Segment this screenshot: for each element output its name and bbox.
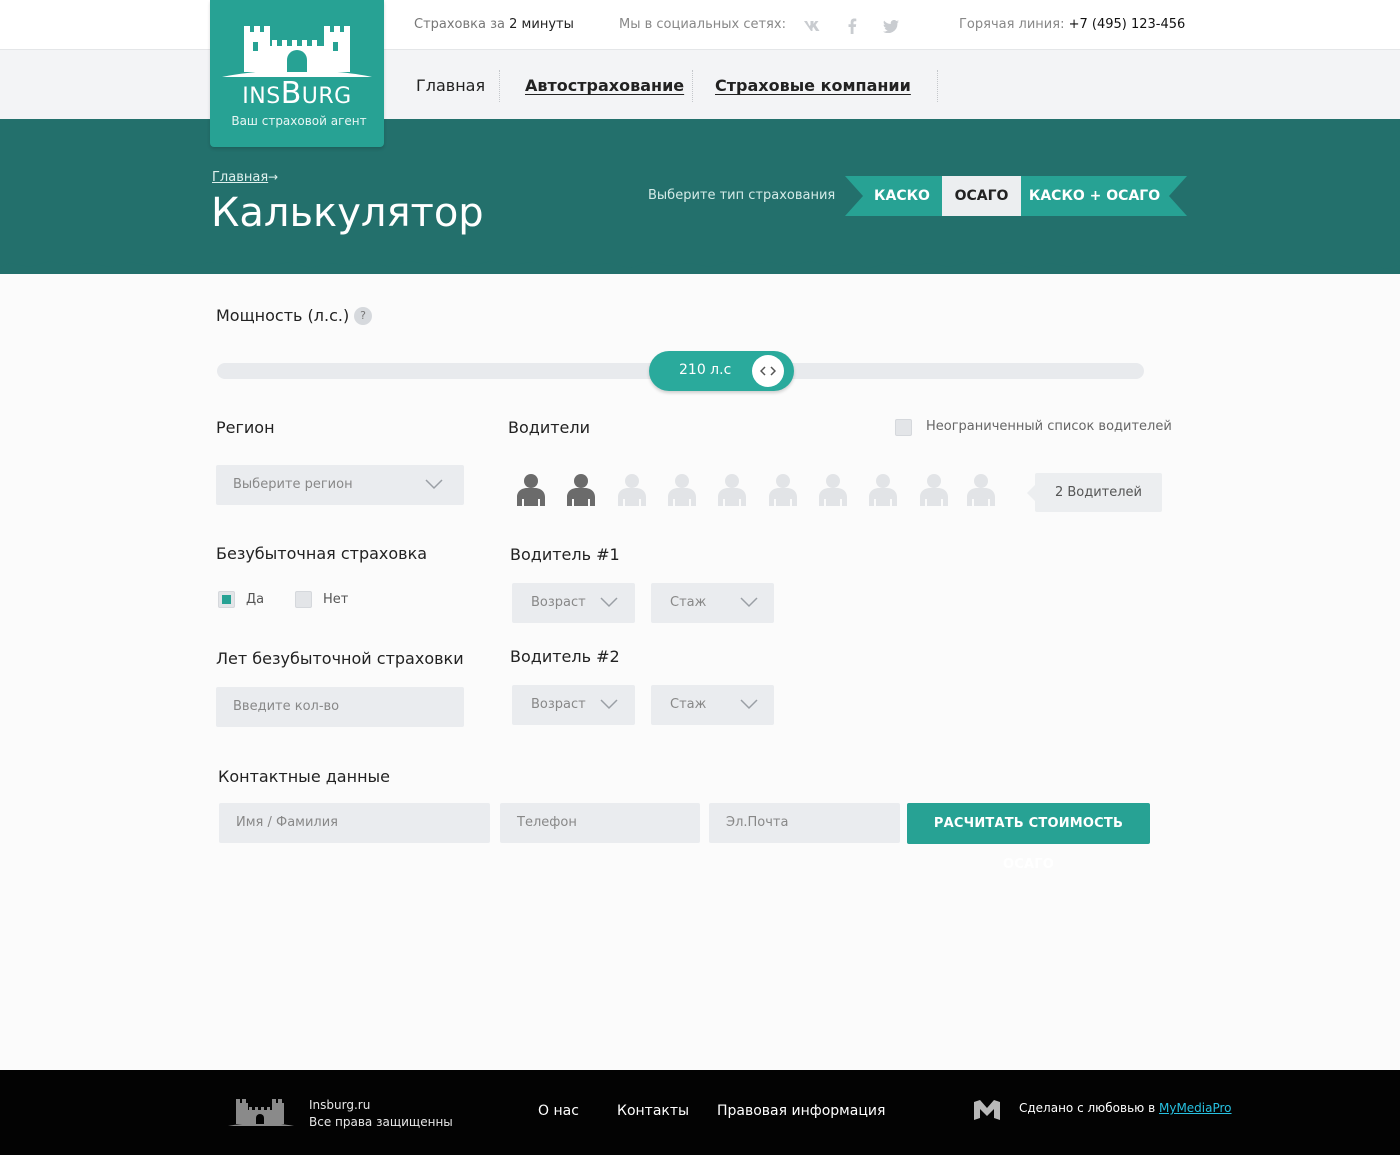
driver-person-icon[interactable] [868, 473, 898, 507]
no-claims-label: Безубыточная страховка [216, 544, 428, 563]
power-label: Мощность (л.с.) [216, 306, 350, 325]
power-value: 210 л.с [679, 362, 732, 378]
nav-item-auto-insurance[interactable]: Автострахование [525, 76, 684, 95]
mymediapro-logo-icon [974, 1100, 1000, 1120]
driver-person-icon[interactable] [818, 473, 848, 507]
footer-link-about[interactable]: О нас [538, 1103, 579, 1119]
no-claims-years-placeholder: Введите кол-во [233, 699, 340, 714]
driver-1-age-select[interactable]: Возраст [512, 583, 635, 623]
driver-1-experience-placeholder: Стаж [670, 595, 707, 610]
footer-site: Insburg.ru Все права защищенны [309, 1097, 453, 1131]
calculate-button[interactable]: РАСЧИТАТЬ СТОИМОСТЬ ОСАГО [907, 803, 1150, 872]
driver-2-age-select[interactable]: Возраст [512, 685, 635, 725]
tab-kasko-osago[interactable]: КАСКО + ОСАГО [1021, 176, 1168, 216]
castle-icon [228, 1099, 294, 1126]
driver-2-experience-select[interactable]: Стаж [651, 685, 774, 725]
name-placeholder: Имя / Фамилия [236, 815, 338, 830]
name-input[interactable]: Имя / Фамилия [219, 803, 490, 843]
footer-site-name: Insburg.ru [309, 1098, 371, 1112]
driver-person-icon[interactable] [516, 473, 546, 507]
chevron-down-icon [425, 479, 443, 490]
logo-tagline: Ваш страховой агент [231, 114, 367, 128]
unlimited-drivers-label: Неограниченный список водителей [926, 419, 1172, 434]
email-placeholder: Эл.Почта [726, 815, 789, 830]
nav-item-insurance-companies[interactable]: Страховые компании [715, 76, 911, 95]
footer-link-legal[interactable]: Правовая информация [717, 1103, 885, 1119]
chevron-down-icon [600, 699, 618, 710]
tab-osago[interactable]: ОСАГО [942, 176, 1021, 216]
no-claims-years-label: Лет безубыточной страховки [216, 649, 464, 668]
drag-handle-icon[interactable] [752, 355, 784, 387]
no-claims-yes-checkbox[interactable] [218, 591, 235, 608]
logo-brand-ins: INS [242, 84, 281, 109]
nav-divider [692, 70, 693, 102]
driver-person-icon[interactable] [768, 473, 798, 507]
driver-person-icon[interactable] [566, 473, 596, 507]
driver-person-icon[interactable] [617, 473, 647, 507]
torn-paper-edge [0, 245, 1400, 269]
breadcrumb-home[interactable]: Главная [212, 170, 268, 185]
promo-prefix: Страховка за [414, 17, 506, 32]
region-placeholder: Выберите регион [233, 477, 353, 492]
promo-highlight: 2 минуты [509, 17, 574, 32]
no-claims-no-checkbox[interactable] [295, 591, 312, 608]
driver-person-icon[interactable] [667, 473, 697, 507]
contacts-label: Контактные данные [218, 767, 391, 786]
nav-item-home[interactable]: Главная [416, 76, 485, 95]
insurance-type-label: Выберите тип страхования [648, 188, 836, 203]
promo-text: Страховка за 2 минуты [414, 17, 574, 32]
tab-kasko[interactable]: КАСКО [862, 176, 942, 216]
made-by-text: Сделано с любовью в [1019, 1101, 1156, 1115]
logo-brand-b: B [280, 76, 302, 111]
driver-person-icon[interactable] [966, 473, 996, 507]
phone-input[interactable]: Телефон [500, 803, 700, 843]
driver-person-icon[interactable] [717, 473, 747, 507]
driver-2-experience-placeholder: Стаж [670, 697, 707, 712]
nav-divider [937, 70, 938, 102]
driver-1-label: Водитель #1 [510, 545, 620, 564]
email-input[interactable]: Эл.Почта [709, 803, 900, 843]
logo-brand: INSBURG [210, 76, 384, 111]
chevron-down-icon [740, 699, 758, 710]
breadcrumb-arrow-icon: → [268, 170, 279, 184]
mymediapro-link[interactable]: MyMediaPro [1159, 1101, 1232, 1115]
logo[interactable]: INSBURG Ваш страховой агент [210, 0, 384, 147]
phone-placeholder: Телефон [517, 815, 577, 830]
footer-rights: Все права защищенны [309, 1115, 453, 1129]
castle-icon [222, 26, 372, 77]
no-claims-years-input[interactable]: Введите кол-во [216, 687, 464, 727]
chevron-down-icon [740, 597, 758, 608]
made-by: Сделано с любовью в MyMediaPro [1019, 1101, 1232, 1115]
hotline: Горячая линия: +7 (495) 123-456 [959, 17, 1185, 32]
no-claims-yes-label: Да [246, 592, 265, 607]
hotline-phone[interactable]: +7 (495) 123-456 [1069, 17, 1186, 32]
facebook-icon[interactable] [842, 16, 862, 36]
nav-divider [499, 70, 500, 102]
region-select[interactable]: Выберите регион [216, 465, 464, 505]
footer: Insburg.ru Все права защищенны О нас Кон… [0, 1070, 1400, 1155]
driver-2-label: Водитель #2 [510, 647, 620, 666]
driver-1-experience-select[interactable]: Стаж [651, 583, 774, 623]
drivers-label: Водители [508, 418, 591, 437]
power-slider-thumb[interactable]: 210 л.с [649, 351, 794, 391]
logo-brand-urg: URG [301, 84, 352, 109]
footer-link-contacts[interactable]: Контакты [617, 1103, 689, 1119]
chevron-down-icon [600, 597, 618, 608]
hotline-label: Горячая линия: [959, 17, 1065, 32]
driver-1-age-placeholder: Возраст [531, 595, 586, 610]
region-label: Регион [216, 418, 275, 437]
driver-person-icon[interactable] [919, 473, 949, 507]
unlimited-drivers-checkbox[interactable] [895, 419, 912, 436]
twitter-icon[interactable] [881, 16, 901, 36]
social-label: Мы в социальных сетях: [619, 17, 786, 32]
no-claims-no-label: Нет [323, 592, 349, 607]
driver-2-age-placeholder: Возраст [531, 697, 586, 712]
vk-icon[interactable] [802, 16, 822, 36]
help-icon[interactable]: ? [354, 307, 372, 325]
page-title: Калькулятор [211, 190, 484, 236]
drivers-count-badge: 2 Водителей [1027, 473, 1162, 512]
